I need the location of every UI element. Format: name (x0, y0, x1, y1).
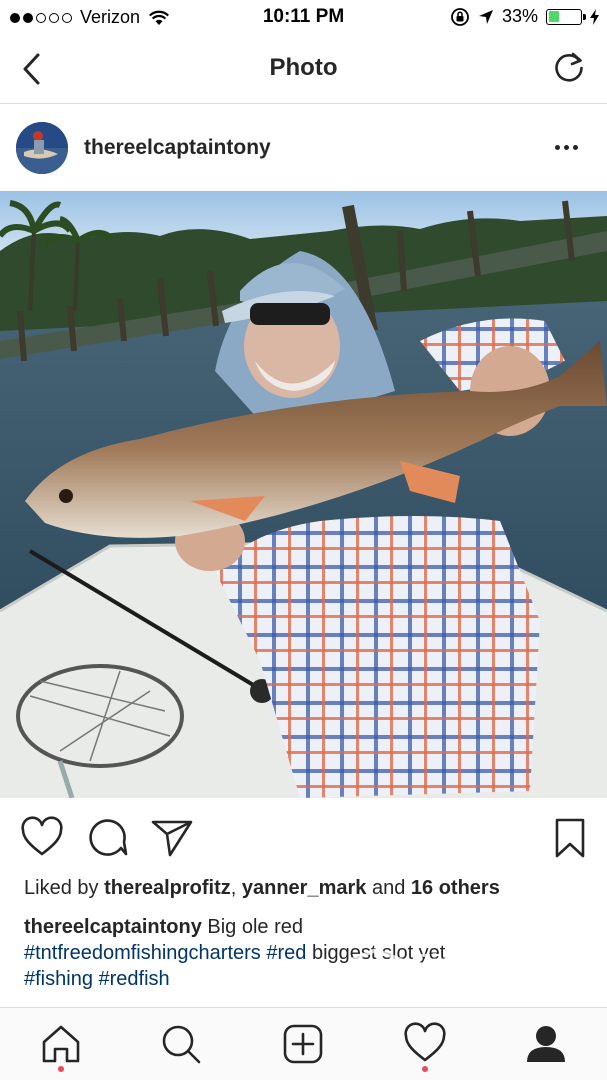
hashtag-link[interactable]: #redfish (99, 968, 170, 990)
liker-link[interactable]: therealprofitz (104, 877, 231, 899)
likes-and: and (366, 877, 411, 899)
likes-separator: , (230, 877, 242, 899)
likes-text: Liked by therealprofitz, yanner_mark and… (24, 877, 500, 900)
watermark-line1: Fishing (415, 948, 508, 978)
post-header: thereelcaptaintony (0, 105, 607, 191)
activity-notification-dot (422, 1066, 428, 1072)
comment-icon[interactable] (86, 816, 130, 860)
status-right: 33% (450, 6, 599, 27)
hashtag-link[interactable]: #red (266, 942, 306, 964)
bookmark-icon[interactable] (548, 816, 592, 860)
status-bar: Verizon 10:11 PM 33% (0, 0, 607, 34)
heart-icon[interactable] (20, 816, 64, 860)
caption-username[interactable]: thereelcaptaintony (24, 916, 202, 938)
avatar[interactable] (16, 122, 68, 174)
more-icon[interactable] (555, 135, 585, 159)
home-icon[interactable] (39, 1022, 83, 1066)
likes-prefix: Liked by (24, 877, 105, 899)
watermark-line2: Booker (415, 975, 505, 1005)
watermark-text: Fishing Booker (415, 950, 507, 1004)
watermark-logo-icon (348, 947, 404, 1007)
liker-link[interactable]: yanner_mark (242, 877, 367, 899)
tab-bar (0, 1007, 607, 1080)
battery-icon (546, 8, 586, 25)
hashtag-link[interactable]: #fishing (24, 968, 93, 990)
profile-icon[interactable] (524, 1022, 568, 1066)
add-icon[interactable] (281, 1022, 325, 1066)
charging-icon (590, 8, 599, 25)
activity-heart-icon[interactable] (403, 1022, 447, 1066)
location-icon (478, 9, 493, 24)
rotation-lock-icon (451, 7, 469, 26)
battery-percent: 33% (501, 6, 538, 26)
likes-others-link[interactable]: 16 others (411, 877, 500, 899)
watermark: Fishing Booker (345, 946, 545, 1010)
caption-text: Big ole red (201, 916, 303, 938)
post-username[interactable]: thereelcaptaintony (84, 136, 271, 160)
nav-bar: Photo (0, 34, 607, 104)
search-icon[interactable] (159, 1022, 203, 1066)
hashtag-link[interactable]: #tntfreedomfishingcharters (24, 942, 261, 964)
refresh-icon[interactable] (551, 50, 587, 86)
home-notification-dot (58, 1066, 64, 1072)
page-title: Photo (269, 54, 338, 81)
post-photo[interactable] (0, 191, 607, 798)
send-icon[interactable] (150, 816, 194, 860)
post-actions (0, 810, 607, 866)
